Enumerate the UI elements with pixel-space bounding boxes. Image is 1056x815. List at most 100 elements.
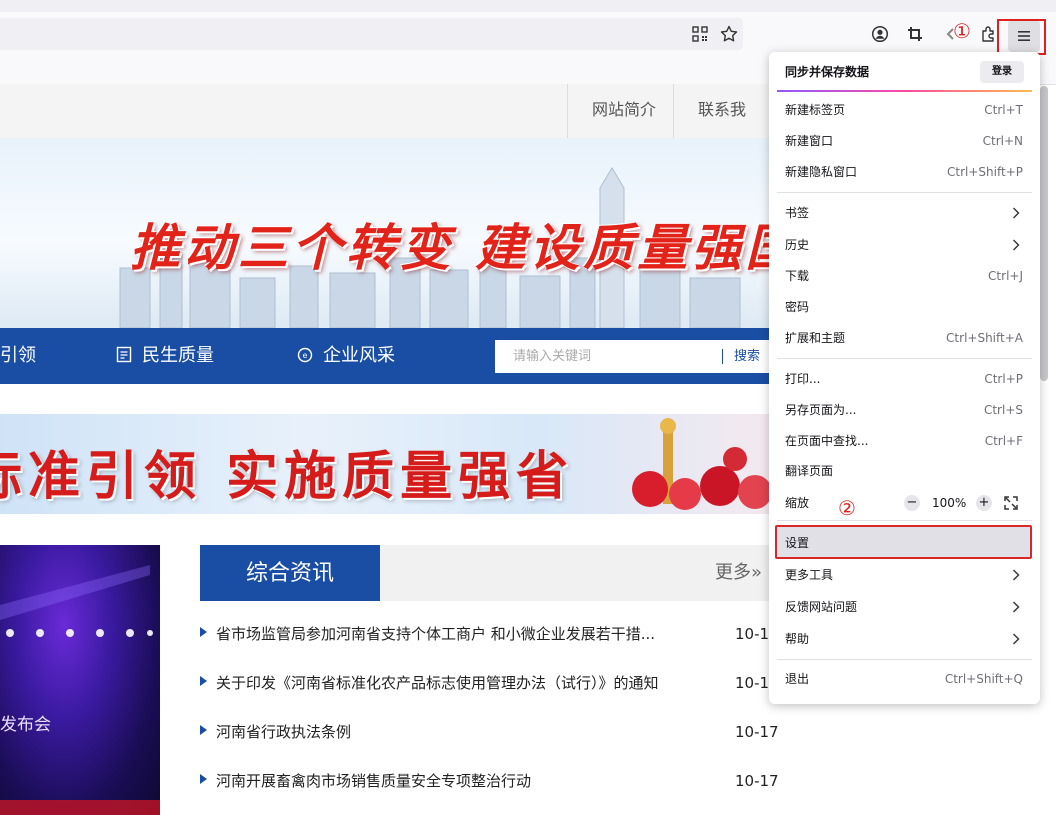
menu-new-private-window[interactable]: 新建隐私窗口 Ctrl+Shift+P: [769, 157, 1040, 187]
stage-lights-graphic: [0, 565, 160, 815]
menu-downloads-shortcut: Ctrl+J: [988, 269, 1023, 283]
menu-zoom: 缩放 − 100% +: [769, 488, 1040, 518]
menu-print-shortcut: Ctrl+P: [984, 372, 1023, 386]
bookmark-star-icon[interactable]: [718, 23, 740, 45]
fullscreen-icon[interactable]: [1004, 496, 1018, 510]
menu-addons-label: 扩展和主题: [785, 331, 846, 345]
menu-separator: [777, 192, 1032, 193]
app-menu-panel: 同步并保存数据 登录 新建标签页 Ctrl+T 新建窗口 Ctrl+N 新建隐私…: [769, 52, 1040, 704]
page-scrollbar[interactable]: [1040, 86, 1048, 381]
menu-print[interactable]: 打印... Ctrl+P: [769, 364, 1040, 394]
chevron-right-icon: [1013, 569, 1020, 581]
enterprise-icon: e: [297, 347, 313, 363]
url-bar[interactable]: [0, 18, 743, 50]
nav-item-livelihood[interactable]: 民生质量: [116, 328, 214, 384]
triangle-bullet-icon: [200, 627, 207, 637]
menu-separator: [777, 358, 1032, 359]
news-date: 10-17: [735, 772, 779, 790]
tab-strip: [0, 0, 1056, 12]
menu-new-tab-shortcut: Ctrl+T: [984, 103, 1023, 117]
sync-header: 同步并保存数据 登录: [769, 57, 1040, 87]
menu-help-label: 帮助: [785, 632, 810, 646]
link-site-intro[interactable]: 网站简介: [567, 84, 680, 138]
news-title: 河南省行政执法条例: [216, 723, 352, 741]
menu-help[interactable]: 帮助: [769, 624, 1040, 654]
promo-banner[interactable]: 标准引领 实施质量强省: [0, 414, 770, 514]
menu-history-label: 历史: [785, 238, 810, 252]
header-banner: 推动三个转变 建设质量强国: [0, 138, 770, 328]
news-date: 10-1: [735, 625, 770, 643]
menu-new-tab-label: 新建标签页: [785, 103, 846, 117]
menu-new-private-shortcut: Ctrl+Shift+P: [947, 165, 1023, 179]
search-button[interactable]: 搜索: [734, 340, 760, 373]
menu-history[interactable]: 历史: [769, 230, 1040, 260]
zoom-level[interactable]: 100%: [932, 488, 966, 518]
search-divider: [722, 349, 723, 364]
news-title: 河南开展畜禽肉市场销售质量安全专项整治行动: [216, 772, 532, 790]
triangle-bullet-icon: [200, 676, 207, 686]
nav-item-enterprise[interactable]: e 企业风采: [297, 328, 395, 384]
menu-passwords-label: 密码: [785, 300, 810, 314]
menu-new-window-shortcut: Ctrl+N: [982, 134, 1023, 148]
menu-new-private-label: 新建隐私窗口: [785, 165, 858, 179]
triangle-bullet-icon: [200, 774, 207, 784]
site-top-nav: 网站简介 联系我们: [0, 84, 770, 171]
news-date: 10-17: [735, 723, 779, 741]
menu-save-page-as[interactable]: 另存页面为... Ctrl+S: [769, 395, 1040, 425]
menu-new-window[interactable]: 新建窗口 Ctrl+N: [769, 126, 1040, 156]
document-icon: [116, 346, 132, 363]
news-item[interactable]: 河南开展畜禽肉市场销售质量安全专项整治行动 10-17: [200, 769, 790, 793]
news-title: 省市场监管局参加河南省支持个体工商户 和小微企业发展若干措...: [216, 625, 656, 643]
annotation-number-2: ②: [838, 496, 856, 520]
menu-zoom-label: 缩放: [785, 496, 810, 510]
menu-separator: [777, 659, 1032, 660]
svg-text:e: e: [303, 351, 308, 360]
news-photo[interactable]: 发布会: [0, 545, 160, 815]
menu-save-as-shortcut: Ctrl+S: [983, 403, 1023, 417]
menu-find-label: 在页面中查找...: [785, 434, 869, 448]
chevron-right-icon: [1013, 601, 1020, 613]
menu-new-tab[interactable]: 新建标签页 Ctrl+T: [769, 95, 1040, 125]
menu-save-as-label: 另存页面为...: [785, 403, 857, 417]
news-item[interactable]: 关于印发《河南省标准化农产品标志使用管理办法（试行）》的通知 10-1: [200, 671, 790, 695]
menu-new-window-label: 新建窗口: [785, 134, 834, 148]
menu-quit-label: 退出: [785, 672, 810, 686]
menu-report-site[interactable]: 反馈网站问题: [769, 592, 1040, 622]
news-more-link[interactable]: 更多»: [715, 545, 762, 601]
banner-slogan: 推动三个转变 建设质量强国: [130, 218, 770, 277]
menu-bookmarks[interactable]: 书签: [769, 198, 1040, 228]
menu-settings-label: 设置: [785, 536, 810, 550]
sync-title: 同步并保存数据: [785, 65, 870, 79]
news-item[interactable]: 省市场监管局参加河南省支持个体工商户 和小微企业发展若干措... 10-1: [200, 622, 790, 646]
menu-more-tools[interactable]: 更多工具: [769, 560, 1040, 590]
nav-item-livelihood-label: 民生质量: [142, 345, 214, 366]
login-button[interactable]: 登录: [980, 61, 1024, 83]
link-contact-us[interactable]: 联系我们: [673, 84, 770, 171]
zoom-out-button[interactable]: −: [904, 495, 920, 511]
site-search: 请输入关键词 搜索: [495, 340, 770, 373]
qr-code-icon[interactable]: [689, 23, 711, 45]
news-tab[interactable]: 综合资讯: [200, 545, 380, 601]
menu-more-tools-label: 更多工具: [785, 568, 834, 582]
menu-downloads[interactable]: 下载 Ctrl+J: [769, 261, 1040, 291]
menu-settings[interactable]: 设置: [769, 528, 1040, 558]
menu-separator: [777, 520, 1032, 521]
menu-translate-label: 翻译页面: [785, 464, 834, 478]
zoom-in-button[interactable]: +: [976, 495, 992, 511]
news-item[interactable]: 河南省行政执法条例 10-17: [200, 720, 790, 744]
screenshot-crop-icon[interactable]: [904, 23, 926, 45]
nav-item-guide[interactable]: 引领: [0, 328, 36, 384]
menu-report-label: 反馈网站问题: [785, 600, 858, 614]
menu-addons-shortcut: Ctrl+Shift+A: [946, 331, 1023, 345]
menu-addons[interactable]: 扩展和主题 Ctrl+Shift+A: [769, 323, 1040, 353]
search-input[interactable]: 请输入关键词: [513, 340, 591, 373]
menu-translate-page[interactable]: 翻译页面: [769, 456, 1040, 486]
menu-passwords[interactable]: 密码: [769, 292, 1040, 322]
menu-find-in-page[interactable]: 在页面中查找... Ctrl+F: [769, 426, 1040, 456]
menu-bookmarks-label: 书签: [785, 206, 810, 220]
account-icon[interactable]: [869, 23, 891, 45]
chevron-right-icon: [1013, 207, 1020, 219]
menu-downloads-label: 下载: [785, 269, 810, 283]
chevron-right-icon: [1013, 239, 1020, 251]
menu-quit[interactable]: 退出 Ctrl+Shift+Q: [769, 664, 1040, 694]
